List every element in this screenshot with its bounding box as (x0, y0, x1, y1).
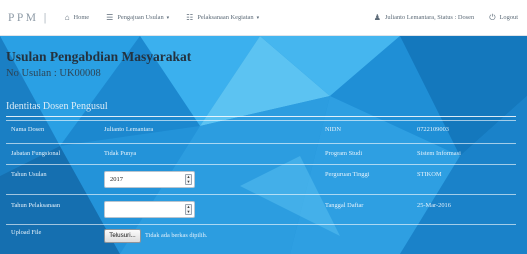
nav-home[interactable]: ⌂ Home (64, 12, 90, 22)
top-navbar: PPM | ⌂ Home ☰ Pengajuan Usulan ▾ ☷ Pela… (0, 0, 527, 36)
nav-pengajuan-label: Pengajuan Usulan (117, 14, 164, 21)
section-divider (6, 116, 516, 117)
value-nama-dosen: Julianto Lemantara (104, 126, 154, 133)
label-perguruan-tinggi: Perguruan Tinggi (325, 171, 370, 178)
list-icon: ☰ (106, 12, 114, 22)
nav-logout[interactable]: ⏻ Logout (489, 12, 518, 22)
nav-pelaksanaan-label: Pelaksanaan Kegiatan (197, 14, 254, 21)
navbar-right: ♟ Julianto Lemantara, Status : Dosen ⏻ L… (368, 12, 527, 22)
nav-pelaksanaan-kegiatan[interactable]: ☷ Pelaksanaan Kegiatan ▾ (186, 12, 260, 22)
label-nama-dosen: Nama Dosen (11, 126, 45, 133)
brand-logo[interactable]: PPM | (8, 12, 49, 24)
label-tahun-pelaksanaan: Tahun Pelaksanaan (11, 202, 61, 209)
label-program-studi: Program Studi (325, 150, 363, 157)
power-icon: ⏻ (489, 12, 496, 22)
list-icon: ☷ (186, 12, 194, 22)
tahun-usulan-select[interactable]: 2017 ▲ ▼ (104, 171, 195, 188)
user-icon: ♟ (373, 12, 381, 22)
nav-user[interactable]: ♟ Julianto Lemantara, Status : Dosen (373, 12, 475, 22)
label-tahun-usulan: Tahun Usulan (11, 171, 47, 178)
file-status-text: Tidak ada berkas dipilih. (145, 232, 208, 239)
value-perguruan-tinggi: STIKOM (417, 171, 442, 178)
browse-file-button[interactable]: Telusuri... (104, 229, 141, 243)
nav-home-label: Home (73, 14, 90, 21)
chevron-down-icon: ▾ (166, 15, 170, 21)
nav-logout-label: Logout (499, 14, 518, 21)
page-title: Usulan Pengabdian Masyarakat (6, 49, 192, 64)
spinner-icon[interactable]: ▲ ▼ (185, 204, 192, 215)
form-row-tahun-usulan: Tahun Usulan 2017 ▲ ▼ Perguruan Tinggi ST… (6, 164, 516, 192)
form-row-upload-file: Upload File Telusuri... Tidak ada berkas… (6, 224, 516, 246)
tahun-usulan-value: 2017 (110, 176, 123, 183)
label-nidn: NIDN (325, 126, 341, 133)
label-upload-file: Upload File (11, 229, 42, 236)
label-tanggal-daftar: Tanggal Daftar (325, 202, 364, 209)
home-icon: ⌂ (64, 12, 70, 22)
value-jabatan-fungsional: Tidak Punya (104, 150, 137, 157)
tahun-pelaksanaan-select[interactable]: ▲ ▼ (104, 201, 195, 218)
value-nidn: 0722109003 (417, 126, 449, 133)
form-row-tahun-pelaksanaan: Tahun Pelaksanaan ▲ ▼ Tanggal Daftar 25-M… (6, 194, 516, 222)
section-title: Identitas Dosen Pengusul (6, 101, 108, 112)
value-program-studi: Sistem Informasi (417, 150, 461, 157)
chevron-down-icon: ▾ (256, 15, 260, 21)
label-jabatan-fungsional: Jabatan Fungsional (11, 150, 61, 157)
form-row-nama-dosen: Nama Dosen Julianto Lemantara NIDN 07221… (6, 120, 516, 140)
nav-pengajuan-usulan[interactable]: ☰ Pengajuan Usulan ▾ (106, 12, 170, 22)
nav-user-label: Julianto Lemantara, Status : Dosen (384, 14, 475, 21)
usulan-number: No Usulan : UK00008 (6, 68, 101, 79)
spinner-icon[interactable]: ▲ ▼ (185, 174, 192, 185)
form-row-jabatan: Jabatan Fungsional Tidak Punya Program S… (6, 143, 516, 163)
value-tanggal-daftar: 25-Mar-2016 (417, 202, 451, 209)
main-content: Usulan Pengabdian Masyarakat No Usulan :… (0, 36, 527, 254)
